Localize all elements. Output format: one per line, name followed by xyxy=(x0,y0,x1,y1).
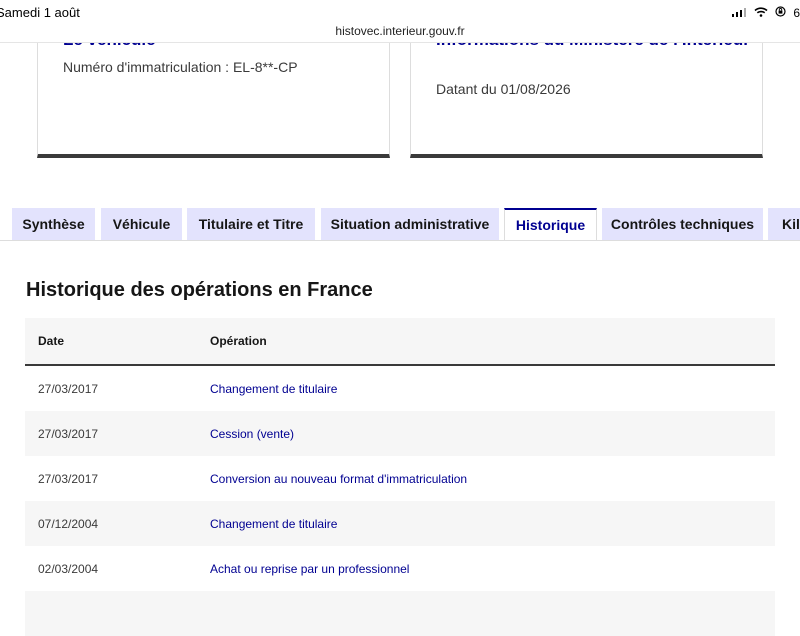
tab-controles-techniques[interactable]: Contrôles techniques xyxy=(602,208,763,240)
status-date: Samedi 1 août xyxy=(0,5,80,20)
wifi-icon xyxy=(754,6,768,20)
battery-percent: 6 xyxy=(793,5,800,20)
table-row: 02/03/2004 Achat ou reprise par un profe… xyxy=(25,546,775,591)
row-date: 27/03/2017 xyxy=(38,471,99,486)
tab-situation-administrative[interactable]: Situation administrative xyxy=(321,208,499,240)
table-row xyxy=(25,591,775,636)
plate-number-text: Numéro d'immatriculation : EL-8**-CP xyxy=(63,59,298,75)
row-operation[interactable]: Conversion au nouveau format d'immatricu… xyxy=(210,472,467,486)
header-date: Date xyxy=(38,334,65,348)
row-operation[interactable]: Cession (vente) xyxy=(210,427,294,441)
table-row: 07/12/2004 Changement de titulaire xyxy=(25,501,775,546)
signal-icon xyxy=(732,8,747,18)
history-panel: Historique des opérations en France Date… xyxy=(0,240,800,636)
tab-synthese[interactable]: Synthèse xyxy=(12,208,95,240)
tab-kilometrage[interactable]: Kilométrage xyxy=(768,208,800,240)
table-row: 27/03/2017 Cession (vente) xyxy=(25,411,775,456)
report-tabs: Synthèse Véhicule Titulaire et Titre Sit… xyxy=(0,208,800,240)
tab-historique[interactable]: Historique xyxy=(504,208,597,240)
table-header: Date Opération xyxy=(25,318,775,366)
row-operation[interactable]: Achat ou reprise par un professionnel xyxy=(210,562,409,576)
history-title: Historique des opérations en France xyxy=(26,279,373,301)
row-operation[interactable]: Changement de titulaire xyxy=(210,517,337,531)
row-operation[interactable]: Changement de titulaire xyxy=(210,382,337,396)
tab-vehicule[interactable]: Véhicule xyxy=(101,208,182,240)
table-row: 27/03/2017 Conversion au nouveau format … xyxy=(25,456,775,501)
status-bar: Samedi 1 août histovec.interieur.gouv.fr… xyxy=(0,0,800,43)
row-date: 07/12/2004 xyxy=(38,516,99,531)
history-table: Date Opération 27/03/2017 Changement de … xyxy=(25,318,775,636)
table-row: 27/03/2017 Changement de titulaire xyxy=(25,366,775,411)
row-date: 27/03/2017 xyxy=(38,381,99,396)
tab-titulaire-titre[interactable]: Titulaire et Titre xyxy=(187,208,315,240)
row-date: 27/03/2017 xyxy=(38,426,99,441)
address-bar-url[interactable]: histovec.interieur.gouv.fr xyxy=(0,24,800,38)
header-operation: Opération xyxy=(210,334,267,348)
status-indicators: 6 xyxy=(728,5,800,20)
row-date: 02/03/2004 xyxy=(38,561,99,576)
data-date-text: Datant du 01/08/2026 xyxy=(436,81,571,97)
orientation-lock-icon xyxy=(775,6,786,20)
